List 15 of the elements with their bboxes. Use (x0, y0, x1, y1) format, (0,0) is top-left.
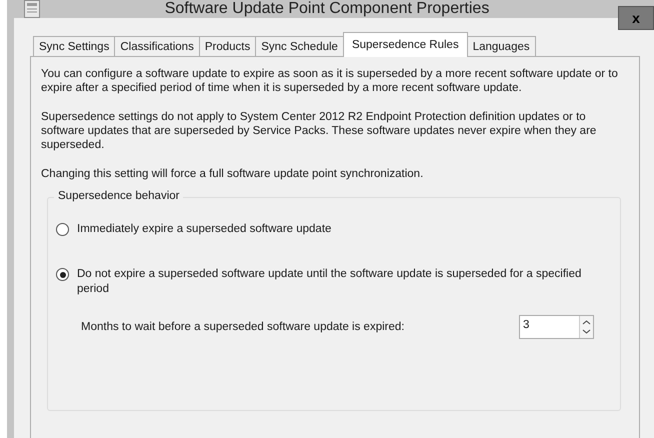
window-title: Software Update Point Component Properties (164, 0, 490, 18)
months-label: Months to wait before a superseded software update is expired: (81, 321, 404, 333)
tab[interactable]: Supersedence Rules (342, 32, 468, 57)
radio-label[interactable]: Immediately expire a superseded software update (77, 222, 597, 237)
tab[interactable]: Languages (466, 36, 536, 56)
group-title: Supersedence behavior (54, 190, 184, 202)
description-text: You can configure a software update to expire as soon as it is superseded by a more recent software update or to expire after a specified period of time when it is superseded by a more recent software update. (41, 67, 619, 95)
description-text: Supersedence settings do not apply to System Center 2012 R2 Endpoint Protection definition updates or to software updates that are superseded by Service Packs. These software updates never expire when they are superseded. (41, 110, 598, 152)
description-text: Changing this setting will force a full software update point synchronization. (41, 167, 424, 181)
radio-button[interactable] (56, 268, 69, 281)
tab[interactable]: Sync Settings (33, 36, 116, 56)
months-spinner[interactable]: 3 (519, 315, 594, 339)
radio-label[interactable]: Do not expire a superseded software update until the software update is superseded for a specified period (77, 267, 597, 297)
close-button[interactable]: x (618, 6, 654, 30)
radio-button[interactable] (56, 223, 69, 236)
